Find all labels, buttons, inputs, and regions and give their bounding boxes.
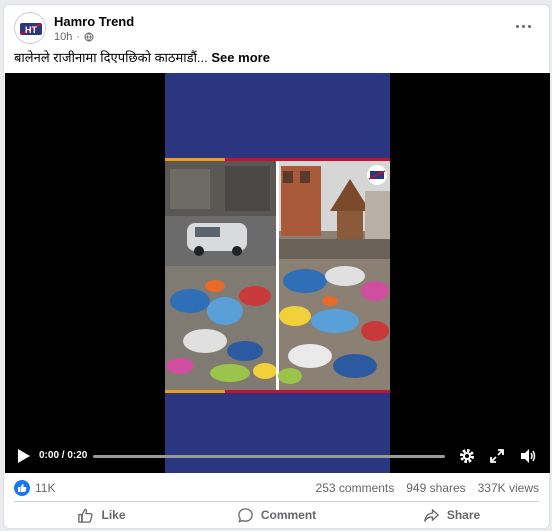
share-icon [424, 508, 439, 522]
volume-icon[interactable] [519, 447, 537, 465]
comments-count[interactable]: 253 comments [316, 481, 395, 495]
garbage-street-image [165, 161, 390, 390]
video-time: 0:00 / 0:20 [39, 450, 88, 461]
video-controls: 0:00 / 0:20 [5, 439, 550, 473]
post-meta: 10h · [54, 31, 94, 43]
like-label: Like [101, 508, 126, 522]
like-reaction-icon[interactable] [14, 480, 30, 496]
post-stats: 11K 253 comments 949 shares 337K views [14, 479, 539, 499]
thumbs-up-icon [78, 508, 94, 523]
globe-icon [84, 32, 94, 42]
post-caption: बालेनले राजीनामा दिएपछिको काठमाडौं... Se… [14, 48, 270, 66]
see-more-link[interactable]: See more [211, 50, 270, 65]
engagement-counts: 253 comments 949 shares 337K views [316, 481, 539, 495]
page-name[interactable]: Hamro Trend [54, 14, 134, 29]
action-bar: Like Comment Share [14, 502, 539, 528]
banner-accent-bottom [165, 390, 225, 393]
settings-icon[interactable] [458, 447, 476, 465]
logo-text: HT [25, 25, 37, 35]
play-icon[interactable] [17, 448, 31, 464]
video-player[interactable]: 0:00 / 0:20 [5, 73, 550, 473]
comment-icon [238, 507, 253, 523]
like-button[interactable]: Like [14, 502, 189, 528]
post-header: HT Hamro Trend 10h · [14, 10, 539, 46]
post-card: HT Hamro Trend 10h · बालेनले राजीनामा दि… [3, 4, 550, 529]
share-button[interactable]: Share [364, 502, 539, 528]
video-thumbnail [165, 161, 390, 390]
post-text: बालेनले राजीनामा दिएपछिको काठमाडौं... [14, 50, 208, 65]
comment-button[interactable]: Comment [189, 502, 364, 528]
likes-count[interactable]: 11K [35, 481, 55, 495]
post-time[interactable]: 10h [54, 31, 72, 43]
views-count: 337K views [477, 481, 539, 495]
shares-count[interactable]: 949 shares [406, 481, 465, 495]
more-options-icon[interactable] [511, 16, 535, 36]
video-progress-bar[interactable] [93, 455, 445, 458]
share-label: Share [446, 508, 481, 522]
page-logo: HT [20, 23, 42, 35]
comment-label: Comment [260, 508, 317, 522]
fullscreen-icon[interactable] [488, 447, 506, 465]
avatar[interactable]: HT [14, 12, 46, 44]
